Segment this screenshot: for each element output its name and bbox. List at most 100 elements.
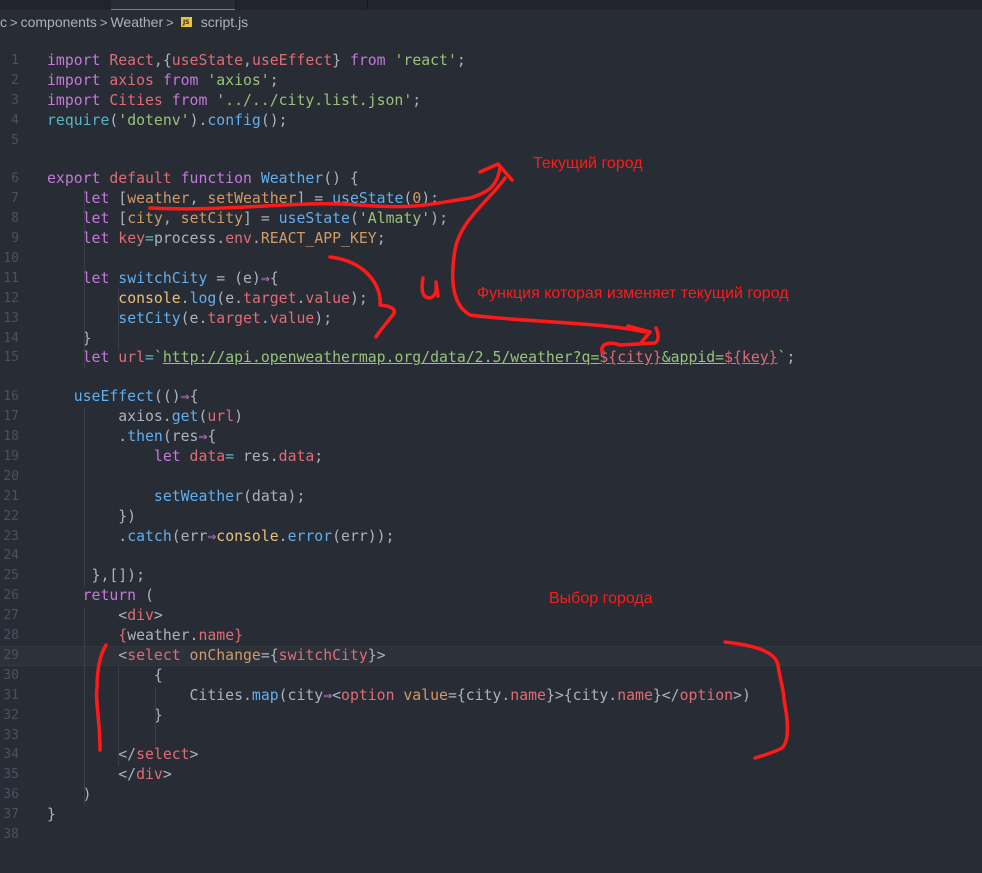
code-token: . [260, 309, 270, 327]
code-line[interactable]: 23 .catch(err⇒console.error(err)); [0, 527, 982, 547]
code-editor[interactable]: 1 import React,{useState,useEffect} from … [0, 51, 982, 845]
code-line[interactable]: 32 } [0, 706, 982, 726]
code-line[interactable]: 4 require('dotenv').config(); [0, 111, 982, 131]
code-line[interactable]: 10 [0, 249, 982, 269]
code-line[interactable]: 16 useEffect(()⇒{ [0, 387, 982, 407]
code-line[interactable]: 24 [0, 546, 982, 566]
code-line[interactable]: 18 .then(res⇒{ [0, 427, 982, 447]
code-line[interactable]: 2 import axios from 'axios'; [0, 71, 982, 91]
code-token: < [47, 646, 128, 664]
tab-divider [235, 0, 236, 10]
code-line[interactable]: 9 let key=process.env.REACT_APP_KEY; [0, 229, 982, 249]
annotation-select-city: Выбор города [549, 590, 653, 607]
code-token: let [82, 210, 119, 228]
code-line[interactable]: 27 <div> [0, 606, 982, 626]
line-number: 27 [3, 608, 19, 624]
code-text: } [47, 706, 163, 726]
code-line[interactable]: 17 axios.get(url) [0, 407, 982, 427]
line-number: 21 [3, 488, 19, 504]
code-line[interactable]: 35 </div> [0, 765, 982, 785]
code-token: log [189, 289, 217, 307]
code-token: name [617, 686, 653, 704]
code-text: import axios from 'axios'; [47, 71, 279, 91]
breadcrumb-item[interactable]: c [0, 14, 7, 30]
line-number: 16 [3, 389, 19, 405]
line-number: 4 [11, 112, 19, 128]
code-line[interactable]: 6 export default function Weather() { [0, 169, 982, 189]
code-token: get [171, 408, 199, 426]
code-line[interactable]: 3 import Cities from '../../city.list.jso… [0, 91, 982, 111]
line-number: 18 [3, 429, 19, 445]
code-token: default [109, 170, 181, 188]
code-token: { [269, 269, 279, 287]
code-text: Cities.map(city⇒<option value={city.name… [47, 686, 751, 706]
code-token: ; [376, 230, 386, 248]
code-token: , [189, 190, 208, 208]
code-line[interactable]: 8 let [city, setCity] = useState('Almaty… [0, 209, 982, 229]
code-line[interactable]: 7 let [weather, setWeather] = useState(0… [0, 189, 982, 209]
breadcrumb-item[interactable]: Weather [110, 14, 163, 30]
code-line[interactable]: 30 { [0, 666, 982, 686]
code-token: </ [47, 746, 137, 764]
code-line[interactable]: 37} [0, 805, 982, 825]
code-token: target [207, 309, 261, 327]
code-line[interactable]: 5 [0, 131, 982, 151]
code-token: } [332, 52, 350, 69]
code-token: ; [412, 91, 422, 109]
code-token: , [243, 52, 252, 69]
line-number: 6 [11, 171, 19, 187]
code-token: require [47, 111, 110, 129]
breadcrumb-item[interactable]: components [21, 14, 97, 30]
code-token: let [82, 190, 119, 208]
breadcrumb-file[interactable]: script.js [201, 14, 248, 30]
line-number: 28 [3, 628, 19, 644]
code-token: }</ [652, 686, 680, 704]
code-line[interactable]: 25 },[]); [0, 566, 982, 586]
code-line[interactable]: 28 {weather.name} [0, 626, 982, 646]
code-line[interactable]: 29 <select onChange={switchCity}> [0, 645, 982, 666]
code-text: { [47, 666, 163, 686]
code-line[interactable]: 20 [0, 467, 982, 487]
indent-guide [84, 190, 85, 369]
code-token: React [109, 52, 154, 69]
code-line[interactable]: 21 setWeather(data); [0, 487, 982, 507]
code-line[interactable]: 15 let url=`http://api.openweathermap.or… [0, 348, 982, 368]
code-token: ] = [243, 210, 279, 228]
code-line[interactable]: 34 </select> [0, 745, 982, 765]
code-token: ) [234, 408, 244, 426]
tab-active[interactable] [111, 0, 235, 10]
code-text: let key=process.env.REACT_APP_KEY; [47, 229, 386, 249]
code-token: ${city} [599, 349, 662, 367]
code-line[interactable]: 31 Cities.map(city⇒<option value={city.n… [0, 686, 982, 706]
code-line[interactable]: 22 }) [0, 507, 982, 527]
code-line[interactable]: 26 return ( [0, 586, 982, 606]
code-text: {weather.name} [47, 626, 243, 646]
code-line[interactable]: 19 let data= res.data; [0, 447, 982, 467]
code-token: http://api.openweathermap.org/data/2.5/w… [162, 349, 600, 367]
code-text: },[]); [47, 566, 145, 586]
code-token: import [47, 91, 110, 109]
line-number: 37 [3, 807, 19, 823]
code-token: >) [733, 686, 751, 704]
breadcrumb: c > components > Weather > JS script.js [0, 11, 248, 33]
code-token: select [127, 646, 190, 664]
code-line[interactable]: 13 setCity(e.target.value); [0, 309, 982, 329]
code-token: = [225, 448, 244, 466]
code-token: switchCity [118, 269, 217, 287]
code-line[interactable]: 36 ) [0, 785, 982, 805]
code-token: Weather [260, 170, 324, 188]
code-line[interactable]: 33 [0, 726, 982, 746]
code-line[interactable]: 38 [0, 825, 982, 845]
code-text: useEffect(()⇒{ [47, 387, 199, 407]
code-token: map [251, 686, 279, 704]
code-token: ( [145, 587, 154, 605]
code-token: { [207, 428, 217, 446]
code-token: import [47, 71, 110, 89]
code-text: .then(res⇒{ [47, 427, 216, 447]
code-line[interactable]: 1 import React,{useState,useEffect} from … [0, 51, 982, 71]
code-line[interactable]: 14 } [0, 329, 982, 349]
code-token: (data); [243, 487, 306, 505]
code-text: }) [47, 507, 136, 527]
